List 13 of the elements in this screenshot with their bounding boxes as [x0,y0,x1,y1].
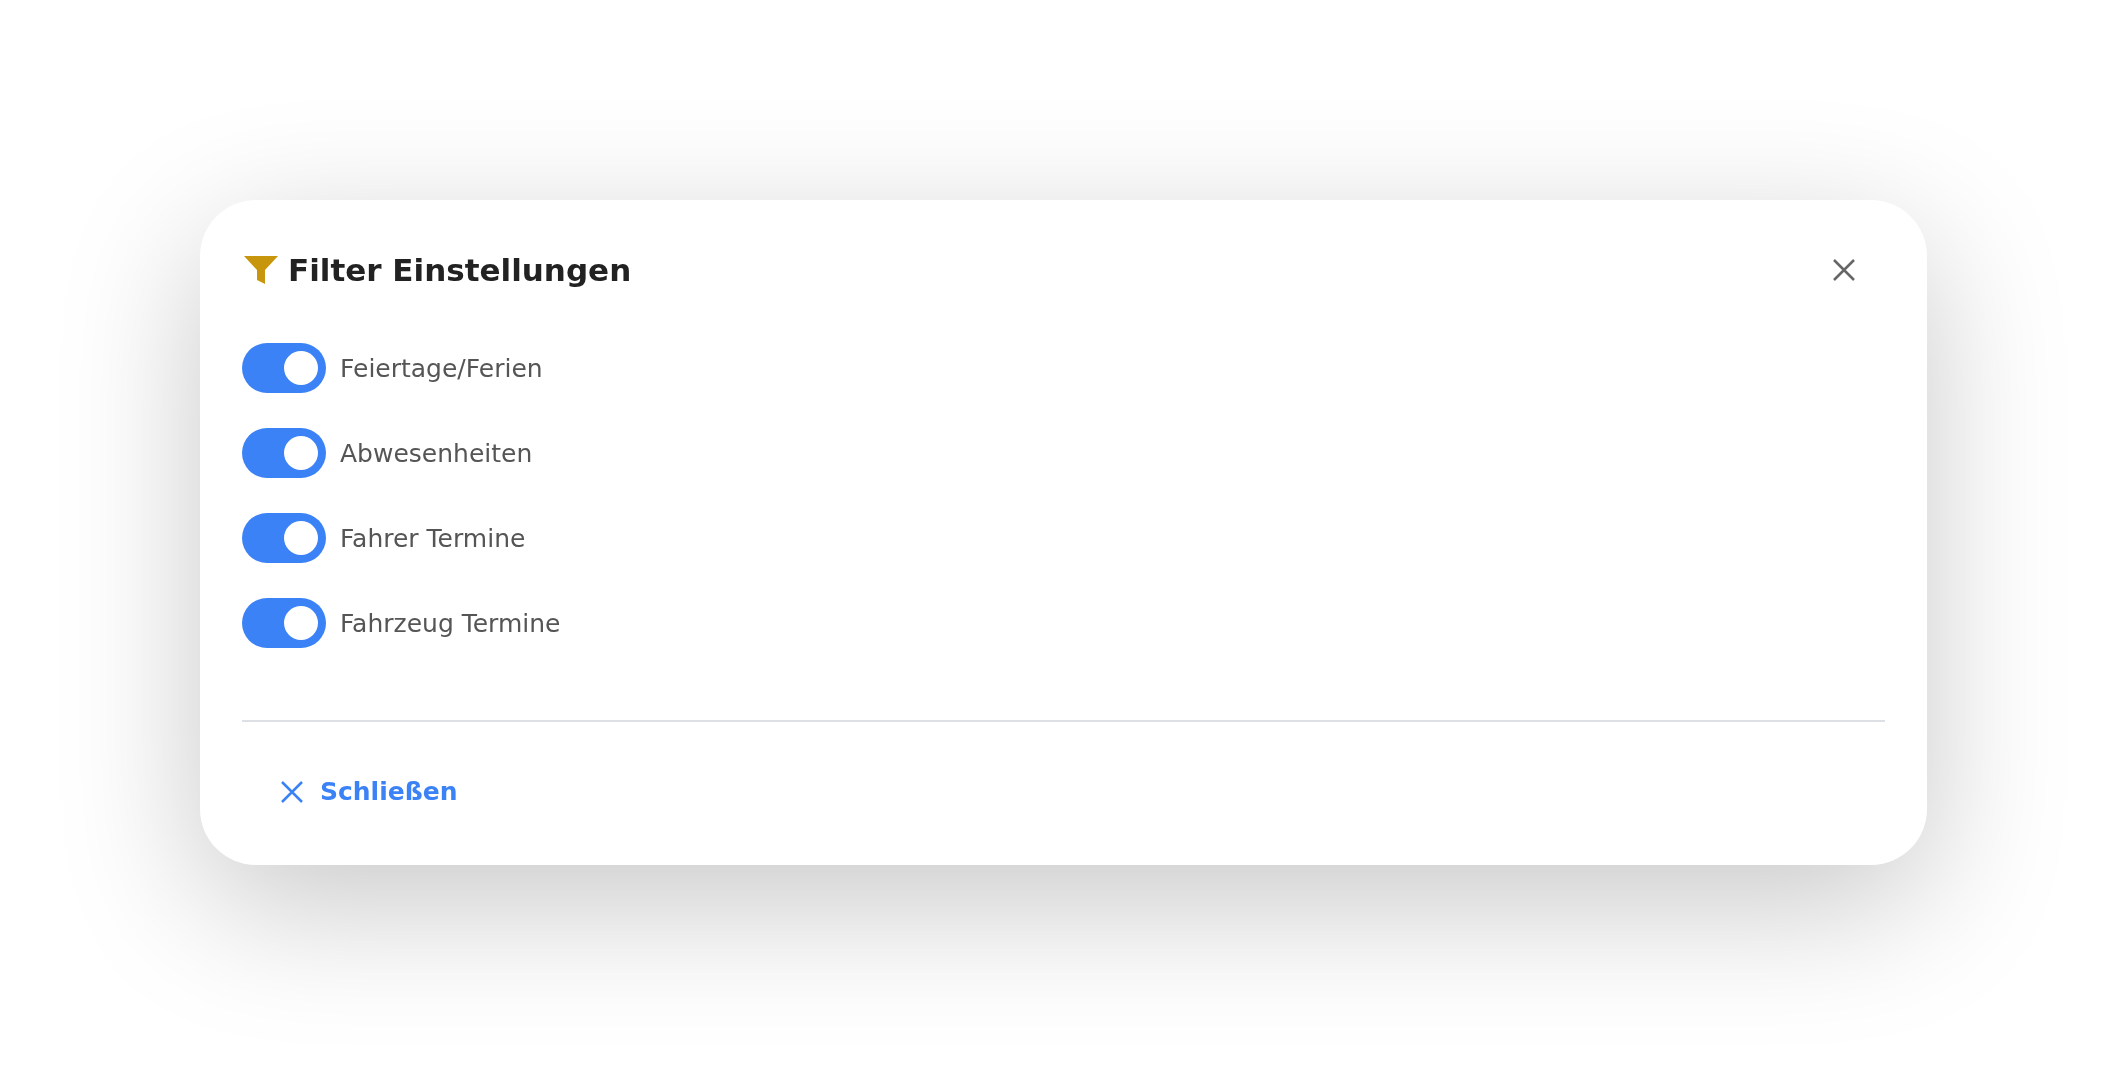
close-icon [280,779,304,804]
close-icon[interactable] [1831,257,1857,283]
toggle-label: Feiertage/Ferien [340,353,543,383]
toggle-switch[interactable] [242,428,326,478]
toggle-switch[interactable] [242,598,326,648]
dialog-title: Filter Einstellungen [288,252,632,288]
toggle-label: Fahrer Termine [340,523,526,553]
toggle-label: Fahrzeug Termine [340,608,561,638]
close-button[interactable]: Schließen [280,777,458,806]
funnel-icon [242,253,280,287]
toggle-switch[interactable] [242,343,326,393]
toggle-switch[interactable] [242,513,326,563]
toggle-label: Abwesenheiten [340,438,533,468]
